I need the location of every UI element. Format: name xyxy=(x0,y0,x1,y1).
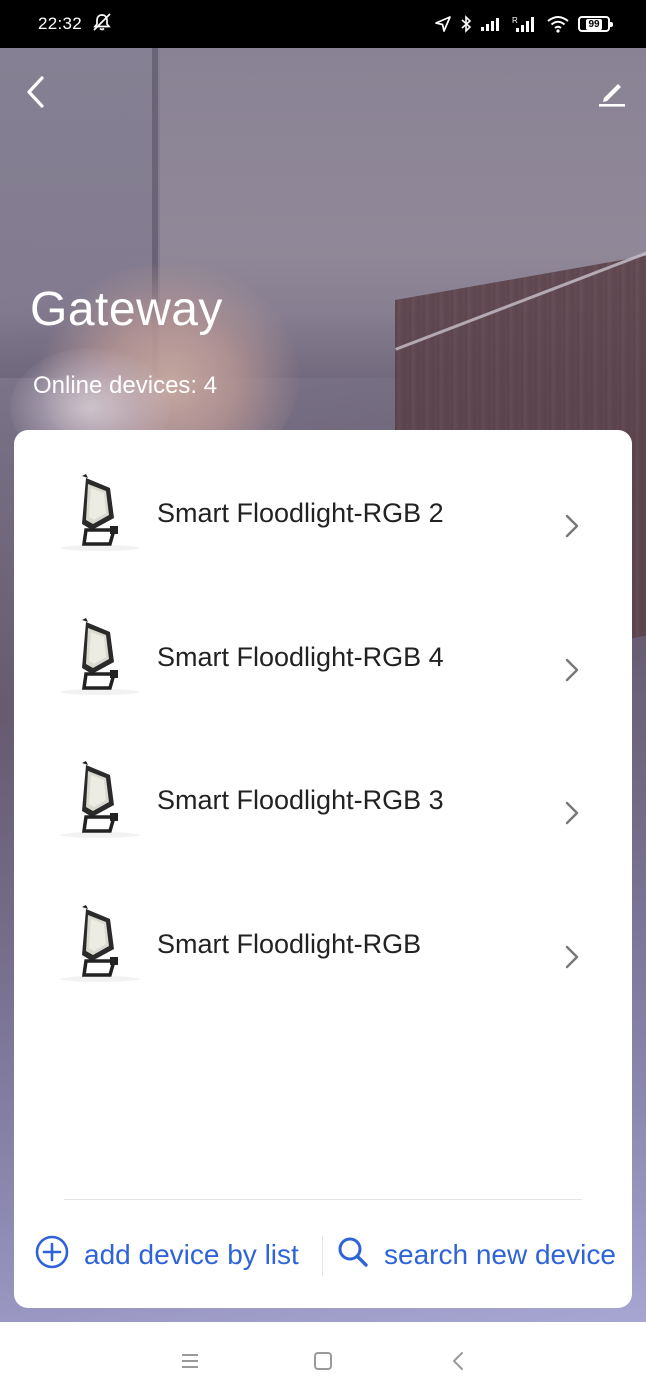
page-title: Gateway xyxy=(30,283,223,336)
menu-button[interactable] xyxy=(178,1350,202,1372)
list-item[interactable]: Smart Floodlight-RGB xyxy=(14,883,632,1027)
list-item[interactable]: Smart Floodlight-RGB 4 xyxy=(14,596,632,740)
plus-circle-icon xyxy=(34,1234,70,1277)
home-button[interactable] xyxy=(311,1350,335,1372)
search-device-label: search new device xyxy=(384,1239,616,1270)
add-device-label: add device by list xyxy=(84,1239,299,1270)
chevron-right-icon xyxy=(562,656,582,684)
action-bar: add device by list search new device xyxy=(14,1220,632,1290)
chevron-right-icon xyxy=(562,512,582,540)
device-list: Smart Floodlight-RGB 2 Smart Floodlight-… xyxy=(14,452,632,1026)
floodlight-thumbnail-icon xyxy=(58,470,142,554)
floodlight-thumbnail-icon xyxy=(58,757,142,841)
chevron-left-icon xyxy=(25,75,47,114)
list-item[interactable]: Smart Floodlight-RGB 2 xyxy=(14,452,632,596)
top-bar xyxy=(0,48,646,140)
device-name: Smart Floodlight-RGB 3 xyxy=(157,785,444,815)
device-name: Smart Floodlight-RGB 2 xyxy=(157,498,444,528)
back-icon xyxy=(447,1352,471,1376)
search-new-device-button[interactable]: search new device xyxy=(336,1232,616,1278)
chevron-right-icon xyxy=(562,943,582,971)
bluetooth-icon xyxy=(460,15,472,33)
signal-icon xyxy=(480,16,504,32)
action-separator xyxy=(322,1236,323,1276)
battery-icon: 99 xyxy=(578,16,613,32)
back-button[interactable] xyxy=(18,72,54,116)
location-arrow-icon xyxy=(434,15,452,33)
floodlight-thumbnail-icon xyxy=(58,901,142,985)
device-card: Smart Floodlight-RGB 2 Smart Floodlight-… xyxy=(14,430,632,1308)
online-devices-count: Online devices: 4 xyxy=(33,372,218,399)
roaming-signal-icon: R xyxy=(512,15,538,33)
menu-icon xyxy=(178,1354,202,1376)
device-name: Smart Floodlight-RGB xyxy=(157,928,422,959)
status-bar: 22:32 R 99 xyxy=(0,0,646,48)
list-item[interactable]: Smart Floodlight-RGB 3 xyxy=(14,739,632,883)
search-icon xyxy=(336,1235,370,1276)
system-back-button[interactable] xyxy=(447,1350,471,1372)
pencil-icon xyxy=(596,76,628,113)
battery-level: 99 xyxy=(586,18,602,30)
chevron-right-icon xyxy=(562,799,582,827)
edit-button[interactable] xyxy=(592,74,632,114)
svg-text:R: R xyxy=(512,16,518,25)
floodlight-thumbnail-icon xyxy=(58,614,142,698)
device-name: Smart Floodlight-RGB 4 xyxy=(157,641,444,672)
home-icon xyxy=(311,1352,335,1376)
alarm-off-icon xyxy=(92,12,112,37)
add-device-by-list-button[interactable]: add device by list xyxy=(34,1232,299,1278)
status-time: 22:32 xyxy=(38,14,83,33)
system-nav-bar xyxy=(0,1322,646,1400)
wifi-icon xyxy=(546,15,570,33)
divider xyxy=(64,1199,582,1200)
